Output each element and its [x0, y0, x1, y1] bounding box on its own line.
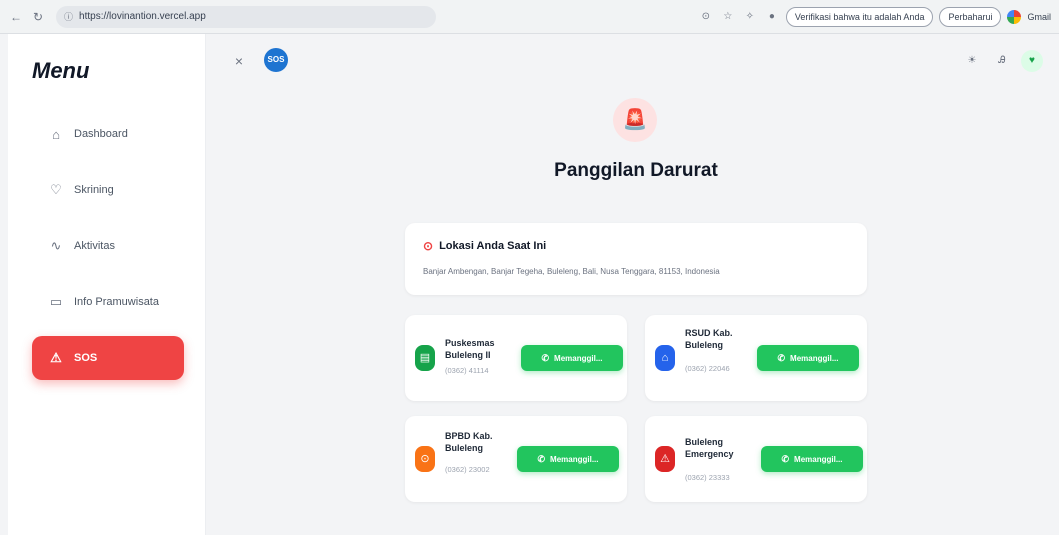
sidebar-item-label: SOS: [74, 352, 98, 364]
service-card-buleleng-emergency: ⚠ Buleleng Emergency (0362) 23333 ✆ Mema…: [645, 416, 867, 502]
sidebar-item-sos[interactable]: ⚠ SOS: [32, 336, 184, 380]
sidebar-item-dashboard[interactable]: ⌂ Dashboard: [32, 112, 184, 156]
sidebar-item-label: Aktivitas: [74, 240, 115, 252]
bookmark-icon[interactable]: ☆: [720, 9, 736, 25]
google-profile-icon[interactable]: [1007, 9, 1022, 24]
close-icon[interactable]: ×: [228, 50, 250, 72]
call-button-label: Memanggil...: [550, 454, 599, 464]
call-button[interactable]: ✆ Memanggil...: [761, 446, 863, 472]
service-phone: (0362) 41114: [445, 366, 489, 375]
page-title: Panggilan Darurat: [554, 160, 718, 181]
service-name: RSUD Kab. Buleleng: [685, 328, 733, 350]
account-icon[interactable]: ●: [764, 9, 780, 25]
translate-icon[interactable]: Ꭿ: [991, 50, 1013, 72]
service-phone: (0362) 23333: [685, 473, 730, 482]
map-pin-icon: ⊙: [423, 239, 434, 253]
puzzle-icon[interactable]: ✧: [742, 9, 758, 25]
phone-icon: ✆: [537, 453, 546, 464]
location-address: Banjar Ambengan, Banjar Tegeha, Buleleng…: [423, 267, 720, 276]
heart-icon[interactable]: ♥: [1021, 50, 1043, 72]
service-card-bpbd: ⊙ BPBD Kab. Buleleng (0362) 23002 ✆ Mema…: [405, 416, 627, 502]
main-content: × SOS ☀ Ꭿ ♥ 🚨 Panggilan Darurat ⊙ Lokasi…: [206, 34, 1059, 535]
service-card-rsud: ⌂ RSUD Kab. Buleleng (0362) 22046 ✆ Mema…: [645, 315, 867, 401]
lightbulb-icon: ♡: [50, 182, 62, 197]
sidebar-item-label: Skrining: [74, 184, 114, 196]
sidebar-item-info-pramuwisata[interactable]: ▭ Info Pramuwisata: [32, 280, 184, 324]
home-icon: ⌂: [52, 126, 60, 142]
service-phone: (0362) 22046: [685, 364, 730, 373]
sidebar-item-aktivitas[interactable]: ∿ Aktivitas: [32, 224, 184, 268]
extension-icon[interactable]: ⊙: [698, 9, 714, 25]
sun-icon[interactable]: ☀: [961, 50, 983, 72]
sos-badge[interactable]: SOS: [264, 48, 288, 72]
phone-icon: ✆: [781, 453, 790, 464]
browser-toolbar: ← ↻ ⓘ https://lovinantion.vercel.app ⊙ ☆…: [0, 0, 1059, 34]
siren-icon: 🚨: [613, 98, 657, 142]
sidebar-item-label: Info Pramuwisata: [74, 296, 159, 308]
phone-icon: ✆: [777, 352, 786, 363]
call-button-label: Memanggil...: [790, 353, 839, 363]
update-pill[interactable]: Perbaharui: [939, 6, 1002, 27]
alarm-icon: ⚠: [50, 350, 62, 365]
sidebar-item-label: Dashboard: [74, 128, 128, 140]
location-title-text: Lokasi Anda Saat Ini: [439, 240, 547, 252]
activity-icon: ∿: [50, 238, 62, 253]
call-button-label: Memanggil...: [554, 353, 603, 363]
warning-icon: ⊙: [415, 446, 435, 472]
siren-icon: ⚠: [655, 446, 675, 472]
call-button[interactable]: ✆ Memanggil...: [757, 345, 859, 371]
url-text: https://lovinantion.vercel.app: [79, 11, 206, 22]
clinic-icon: ▤: [415, 345, 435, 371]
menu-title: Menu: [32, 58, 90, 83]
service-name: Puskesmas Buleleng II: [445, 338, 495, 360]
monitor-icon: ▭: [49, 294, 63, 309]
sidebar: Menu ⌂ Dashboard ♡ Skrining ∿ Aktivitas …: [8, 34, 206, 535]
call-button[interactable]: ✆ Memanggil...: [517, 446, 619, 472]
service-name: BPBD Kab. Buleleng: [445, 431, 493, 453]
location-card: ⊙ Lokasi Anda Saat Ini Banjar Ambengan, …: [405, 223, 867, 295]
call-button[interactable]: ✆ Memanggil...: [521, 345, 623, 371]
reload-icon[interactable]: ↻: [30, 9, 46, 25]
sidebar-item-skrining[interactable]: ♡ Skrining: [32, 168, 184, 212]
service-card-puskesmas: ▤ Puskesmas Buleleng II (0362) 41114 ✆ M…: [405, 315, 627, 401]
address-bar[interactable]: ⓘ https://lovinantion.vercel.app: [56, 5, 436, 28]
call-button-label: Memanggil...: [794, 454, 843, 464]
location-title: ⊙ Lokasi Anda Saat Ini: [423, 239, 546, 253]
service-name: Buleleng Emergency: [685, 437, 734, 459]
service-phone: (0362) 23002: [445, 465, 490, 474]
verify-pill[interactable]: Verifikasi bahwa itu adalah Anda: [785, 6, 934, 27]
back-icon[interactable]: ←: [8, 9, 24, 25]
hospital-icon: ⌂: [655, 345, 675, 371]
profile-label[interactable]: Gmail: [1027, 12, 1051, 22]
site-info-icon[interactable]: ⓘ: [64, 10, 73, 23]
phone-icon: ✆: [541, 352, 550, 363]
